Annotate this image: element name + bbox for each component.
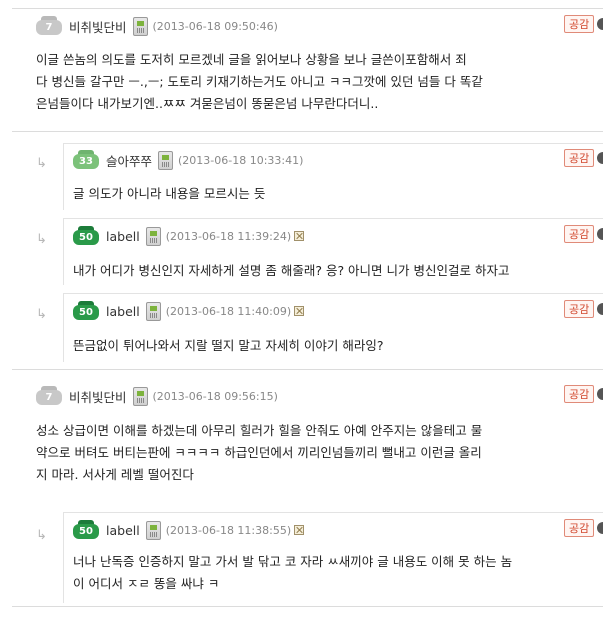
comment: 7 비취빛단비 (2013-06-18 09:50:46) 이글 쓴놈의 의도를… [36,15,603,125]
level-badge-icon: 7 [36,16,62,36]
comment-divider [12,369,603,370]
like-button[interactable]: 공감 [564,519,595,537]
more-tab-icon[interactable] [597,303,603,315]
reply-arrow-icon: ↳ [36,156,47,171]
mobile-phone-icon [132,386,148,406]
like-button[interactable]: 공감 [564,300,595,318]
level-badge-icon: 50 [73,520,99,540]
reply-text: 글 의도가 아니라 내용을 모르시는 듯 [73,186,266,201]
author-name[interactable]: labell [106,523,140,538]
level-badge-icon: 50 [73,301,99,321]
more-tab-icon[interactable] [597,522,603,534]
author-name[interactable]: 슬아쭈쭈 [106,151,152,170]
like-button[interactable]: 공감 [564,15,595,33]
more-tab-icon[interactable] [597,228,603,240]
reply-text: 내가 어디가 병신인지 자세하게 설명 좀 해줄래? 응? 아니면 니가 병신인… [73,263,510,278]
mobile-phone-icon [145,520,161,540]
reply: 33 슬아쭈쭈 (2013-06-18 10:33:41) 글 의도가 아니라 … [63,143,603,210]
reply-text: 뜬금없이 튀어나와서 지랄 떨지 말고 자세히 이야기 해라잉? [73,338,384,353]
like-button[interactable]: 공감 [564,225,595,243]
author-name[interactable]: labell [106,229,140,244]
reply-arrow-icon: ↳ [36,528,47,543]
level-badge-icon: 50 [73,226,99,246]
level-badge-icon: 7 [36,386,62,406]
reply: 50 labell (2013-06-18 11:38:55) 너나 난독증 인… [63,512,603,603]
delete-icon[interactable] [294,231,305,241]
comment-divider [12,606,603,607]
level-badge-icon: 33 [73,150,99,170]
mobile-phone-icon [158,150,174,170]
comment-text: 성소 상급이면 이해를 하겠는데 아무리 힐러가 힐을 안줘도 아예 안주지는 … [36,423,483,482]
mobile-phone-icon [145,301,161,321]
reply-arrow-icon: ↳ [36,232,47,247]
reply-arrow-icon: ↳ [36,307,47,322]
delete-icon[interactable] [294,525,305,535]
author-name[interactable]: 비취빛단비 [69,387,127,406]
comment-divider [12,131,603,132]
comment-text: 이글 쓴놈의 의도를 도저히 모르겠네 글을 읽어보나 상황을 보나 글쓴이포함… [36,52,483,111]
reply: 50 labell (2013-06-18 11:40:09) 뜬금없이 튀어나… [63,293,603,362]
more-tab-icon[interactable] [597,152,603,164]
comment-date: (2013-06-18 11:39:24) [165,229,292,243]
comment-date: (2013-06-18 09:50:46) [152,19,278,33]
like-button[interactable]: 공감 [564,385,595,403]
comment-date: (2013-06-18 11:40:09) [165,304,292,318]
comment-date: (2013-06-18 10:33:41) [178,153,304,167]
comment: 7 비취빛단비 (2013-06-18 09:56:15) 성소 상급이면 이해… [36,385,603,495]
more-tab-icon[interactable] [597,388,603,400]
top-divider [12,8,603,9]
reply-text: 너나 난독증 인증하지 말고 가서 발 닦고 코 자라 ㅆ새끼야 글 내용도 이… [73,554,513,591]
author-name[interactable]: 비취빛단비 [69,17,127,36]
delete-icon[interactable] [294,306,305,316]
author-name[interactable]: labell [106,304,140,319]
comment-date: (2013-06-18 11:38:55) [165,523,292,537]
mobile-phone-icon [145,226,161,246]
mobile-phone-icon [132,16,148,36]
comment-date: (2013-06-18 09:56:15) [152,389,278,403]
reply: 50 labell (2013-06-18 11:39:24) 내가 어디가 병… [63,218,603,285]
more-tab-icon[interactable] [597,18,603,30]
like-button[interactable]: 공감 [564,149,595,167]
